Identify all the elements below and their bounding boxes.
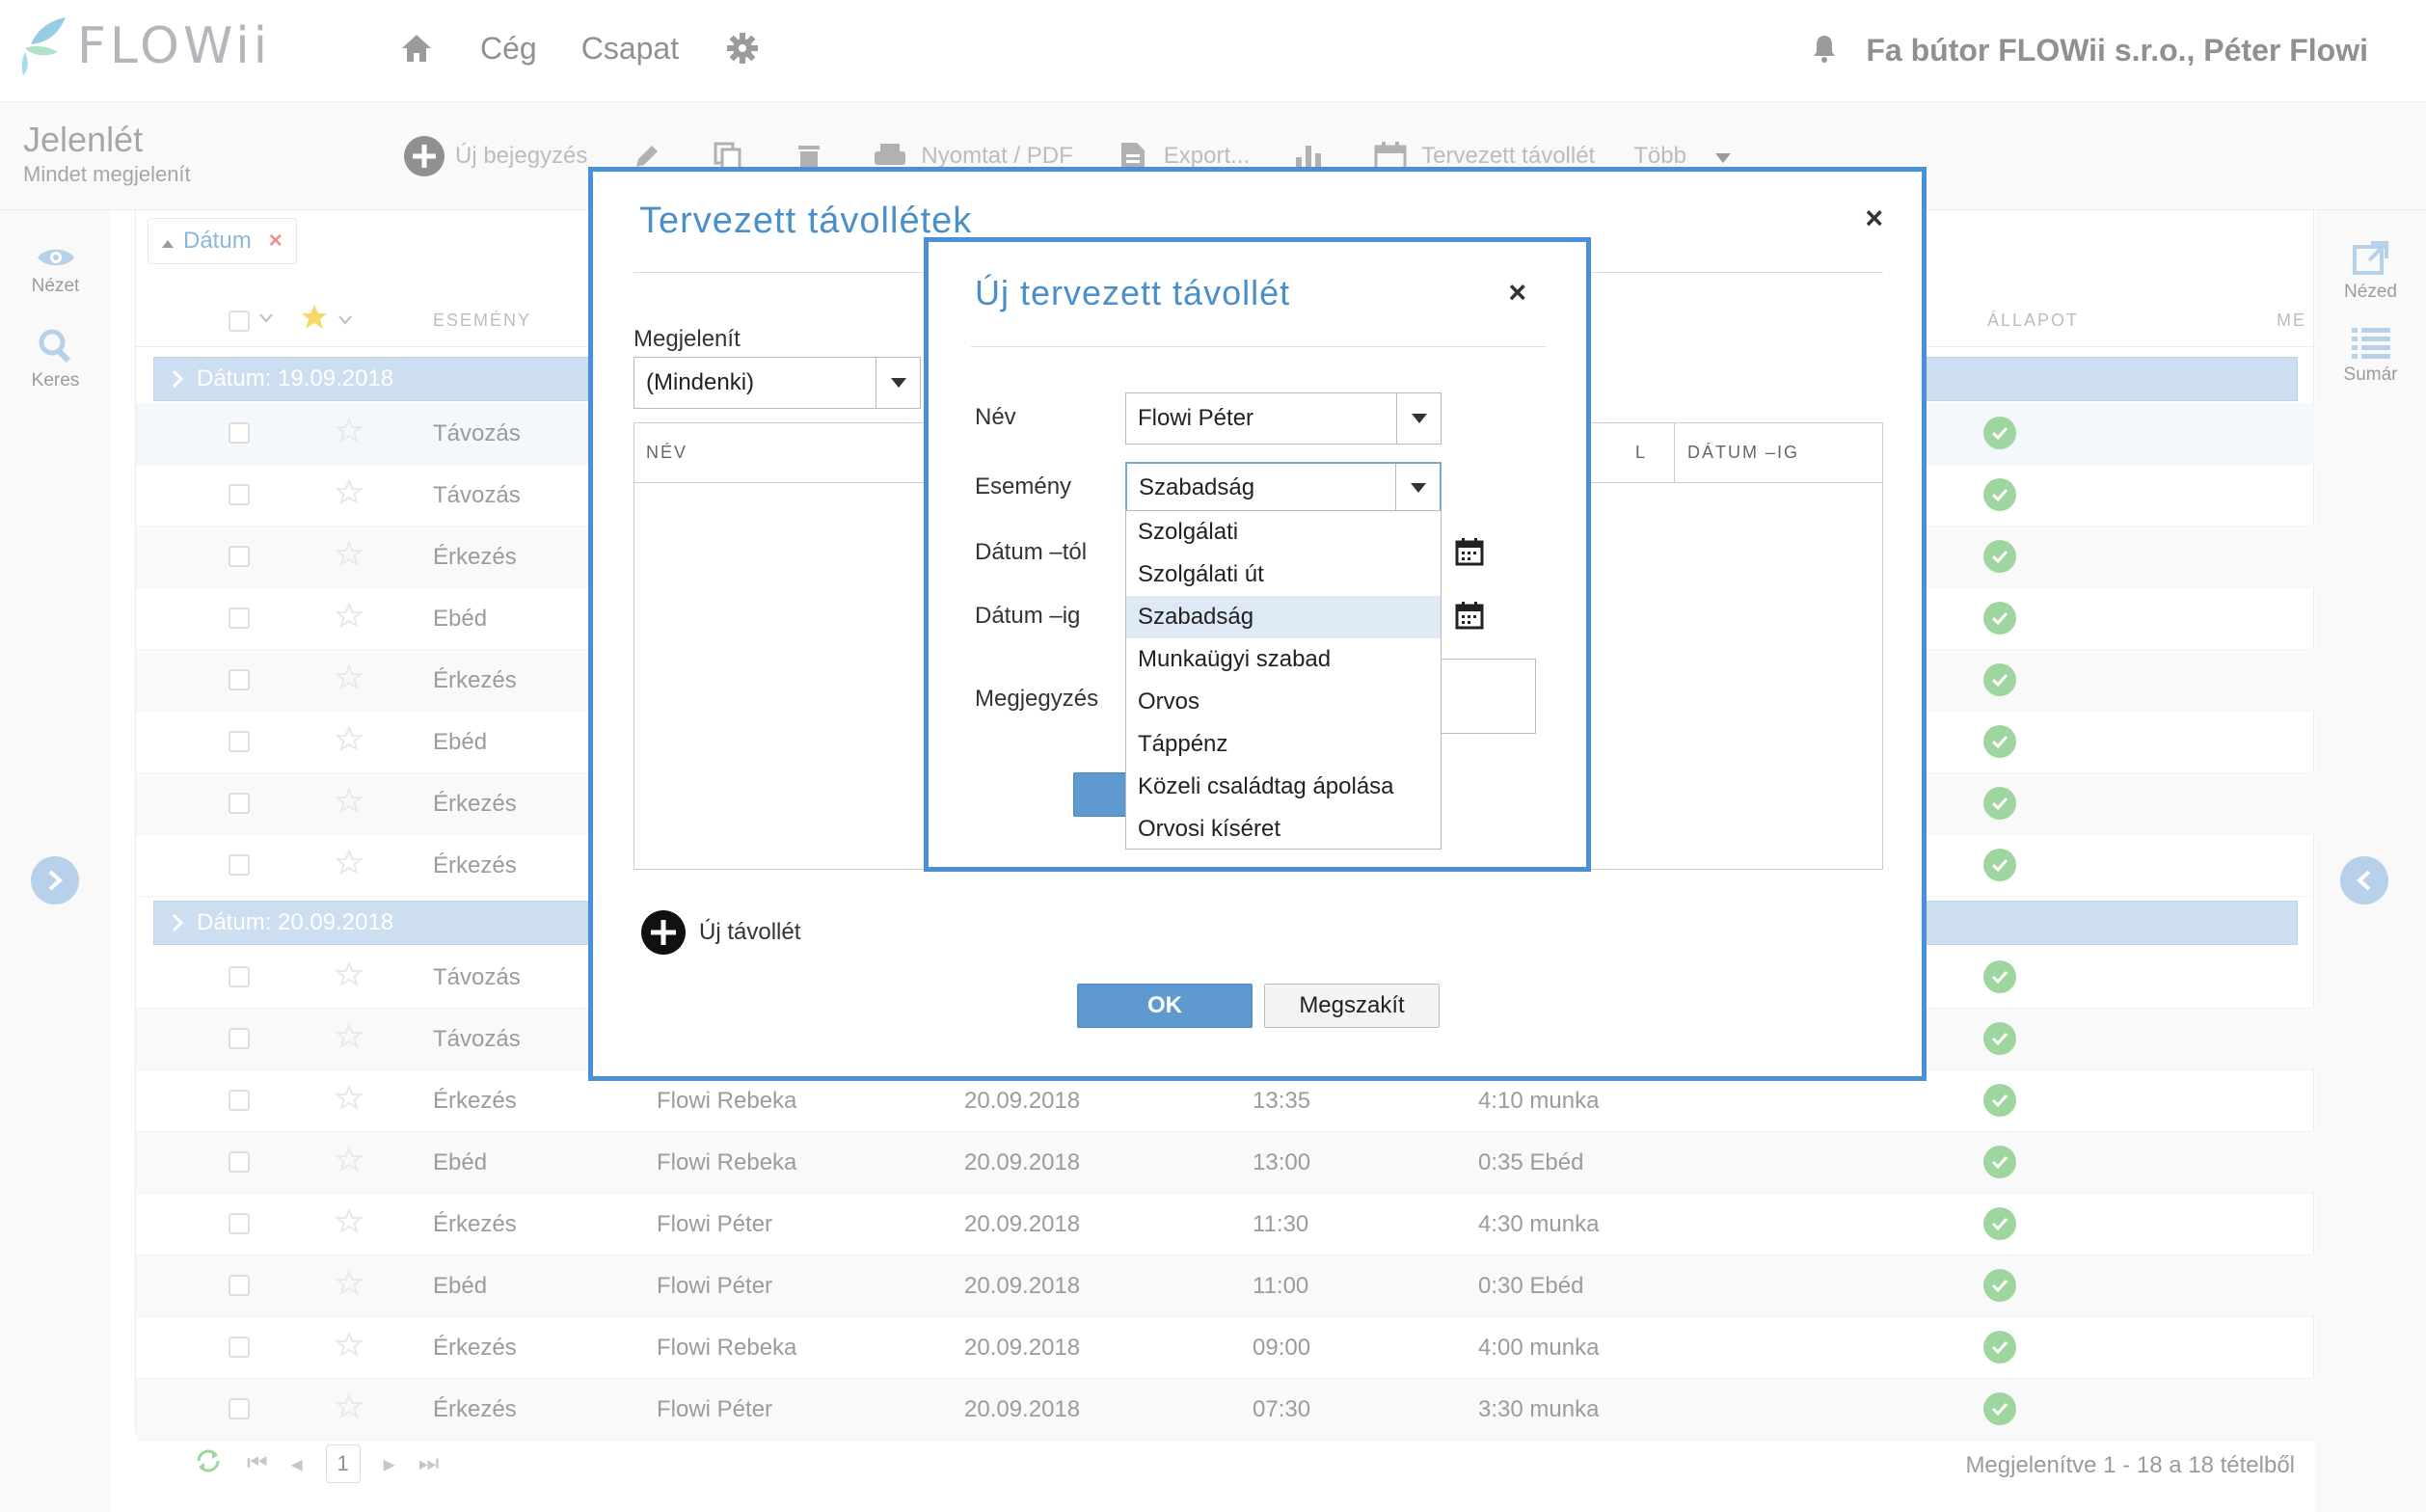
date-to-calendar-icon[interactable] [1455, 601, 1484, 634]
name-select[interactable]: Flowi Péter [1125, 392, 1442, 445]
event-option[interactable]: Orvosi kíséret [1126, 808, 1441, 850]
dialog-title: Új tervezett távollét [975, 273, 1291, 312]
cancel-button[interactable]: Megszakít [1264, 984, 1440, 1028]
show-select[interactable]: (Mindenki) [633, 357, 921, 409]
date-to-label: Dátum –ig [975, 603, 1081, 629]
event-option[interactable]: Táppénz [1126, 723, 1441, 766]
header-partial[interactable]: L [1635, 443, 1647, 463]
event-dropdown-list: Szolgálati Szolgálati út Szabadság Munka… [1125, 510, 1442, 850]
close-icon[interactable]: × [1865, 201, 1883, 236]
new-absence-label: Új távollét [699, 919, 801, 945]
note-label: Megjegyzés [975, 686, 1099, 712]
event-option[interactable]: Közeli családtag ápolása [1126, 766, 1441, 808]
new-absence-button[interactable]: Új távollét [641, 910, 800, 955]
caret-down-icon [1396, 393, 1441, 444]
event-option[interactable]: Szolgálati út [1126, 554, 1441, 596]
caret-down-icon [876, 358, 920, 408]
header-date-to[interactable]: DÁTUM –IG [1687, 443, 1799, 463]
close-icon[interactable]: × [1508, 275, 1526, 310]
event-option[interactable]: Szolgálati [1126, 511, 1441, 554]
event-option[interactable]: Munkaügyi szabad [1126, 638, 1441, 681]
event-option[interactable]: Orvos [1126, 681, 1441, 723]
event-select[interactable]: Szabadság [1125, 462, 1442, 514]
name-label: Név [975, 404, 1016, 430]
name-select-value: Flowi Péter [1138, 405, 1254, 431]
add-circle-icon [641, 910, 686, 955]
ok-button[interactable]: OK [1077, 984, 1253, 1028]
event-label: Esemény [975, 473, 1072, 500]
dialog-title: Tervezett távollétek [639, 201, 973, 241]
caret-down-icon [1395, 464, 1440, 512]
header-name[interactable]: NÉV [646, 443, 687, 463]
dialog-divider [971, 346, 1546, 347]
date-from-label: Dátum –tól [975, 539, 1088, 565]
event-select-value: Szabadság [1139, 474, 1255, 500]
date-from-calendar-icon[interactable] [1455, 537, 1484, 571]
show-select-value: (Mindenki) [646, 369, 755, 395]
event-option-selected[interactable]: Szabadság [1126, 596, 1441, 638]
new-planned-absence-dialog: Új tervezett távollét × Név Flowi Péter … [924, 237, 1591, 872]
show-label: Megjelenít [633, 326, 741, 352]
